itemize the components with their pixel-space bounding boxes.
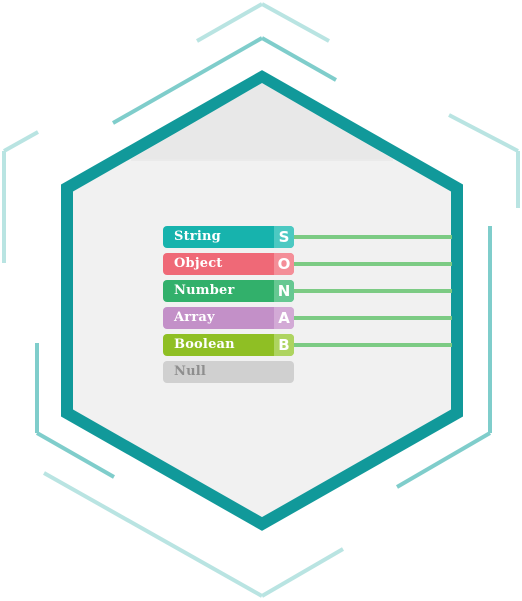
- hexagon-top-band: [131, 83, 393, 159]
- type-letter-string: S: [274, 226, 294, 248]
- type-row-boolean: Boolean B: [163, 334, 294, 356]
- illustration: String S Object O Number N Array A Boole…: [0, 0, 522, 601]
- type-letter-boolean: B: [274, 334, 294, 356]
- type-row-object: Object O: [163, 253, 294, 275]
- type-letter-object: O: [274, 253, 294, 275]
- type-row-string: String S: [163, 226, 294, 248]
- type-row-array: Array A: [163, 307, 294, 329]
- type-label-boolean: Boolean: [174, 337, 235, 352]
- type-letter-array: A: [274, 307, 294, 329]
- type-label-number: Number: [174, 283, 235, 298]
- type-label-object: Object: [174, 256, 223, 271]
- type-label-string: String: [174, 229, 221, 244]
- type-row-number: Number N: [163, 280, 294, 302]
- type-letter-number: N: [274, 280, 294, 302]
- type-row-null: Null: [163, 361, 294, 383]
- type-label-array: Array: [174, 310, 215, 325]
- type-label-null: Null: [174, 364, 207, 379]
